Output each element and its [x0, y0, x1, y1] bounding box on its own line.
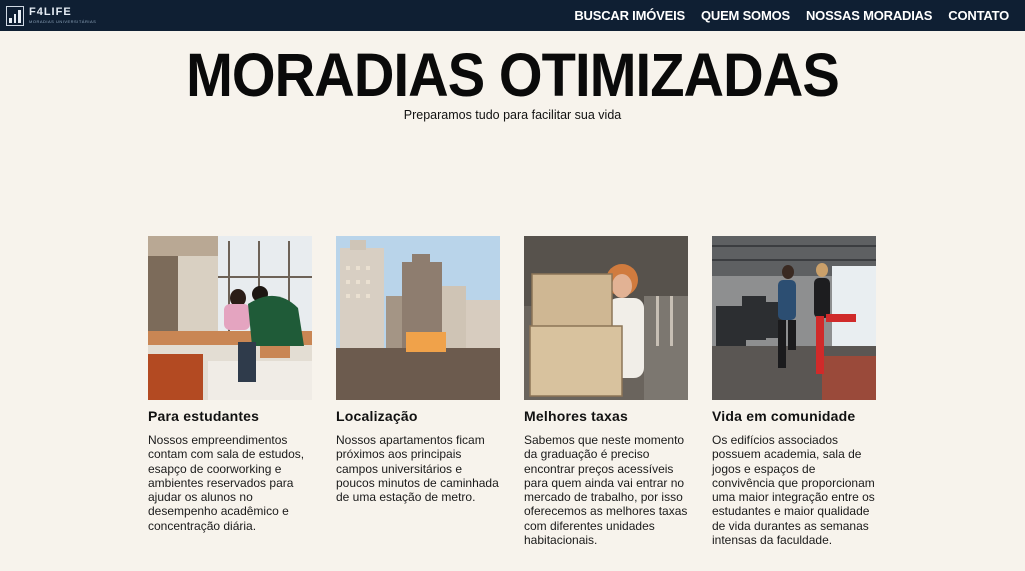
feature-card-localizacao: Localização Nossos apartamentos ficam pr… [336, 236, 500, 504]
feature-title: Vida em comunidade [712, 408, 856, 424]
nav-buscar-imoveis[interactable]: BUSCAR IMÓVEIS [574, 8, 685, 23]
feature-description: Os edifícios associados possuem academia… [712, 433, 875, 548]
gym-community-photo [712, 236, 876, 400]
brand-logo[interactable]: F4LIFE MORADIAS UNIVERSITÁRIAS [6, 4, 96, 27]
nav-nossas-moradias[interactable]: NOSSAS MORADIAS [806, 8, 932, 23]
nav-contato[interactable]: CONTATO [948, 8, 1009, 23]
logo-tagline: MORADIAS UNIVERSITÁRIAS [29, 19, 97, 24]
feature-card-estudantes: Para estudantes Nossos empreendimentos c… [148, 236, 312, 533]
page-subtitle: Preparamos tudo para facilitar sua vida [403, 108, 622, 122]
top-navigation-bar: F4LIFE MORADIAS UNIVERSITÁRIAS BUSCAR IM… [0, 0, 1025, 31]
feature-description: Nossos apartamentos ficam próximos aos p… [336, 433, 499, 505]
nav-quem-somos[interactable]: QUEM SOMOS [701, 8, 790, 23]
feature-card-comunidade: Vida em comunidade Os edifícios associad… [712, 236, 876, 547]
feature-description: Nossos empreendimentos contam com sala d… [148, 433, 305, 533]
feature-description: Sabemos que neste momento da graduação é… [524, 433, 688, 548]
moving-boxes-photo [524, 236, 688, 400]
main-nav: BUSCAR IMÓVEIS QUEM SOMOS NOSSAS MORADIA… [574, 0, 1009, 31]
logo-name: F4LIFE [29, 6, 72, 18]
students-studying-photo [148, 236, 312, 400]
feature-title: Localização [336, 408, 418, 424]
city-skyline-photo [336, 236, 500, 400]
feature-card-taxas: Melhores taxas Sabemos que neste momento… [524, 236, 688, 547]
feature-title: Para estudantes [148, 408, 260, 424]
page-title: MORADIAS OTIMIZADAS [186, 41, 840, 109]
feature-title: Melhores taxas [524, 408, 628, 424]
bar-chart-logo-icon [6, 5, 24, 26]
